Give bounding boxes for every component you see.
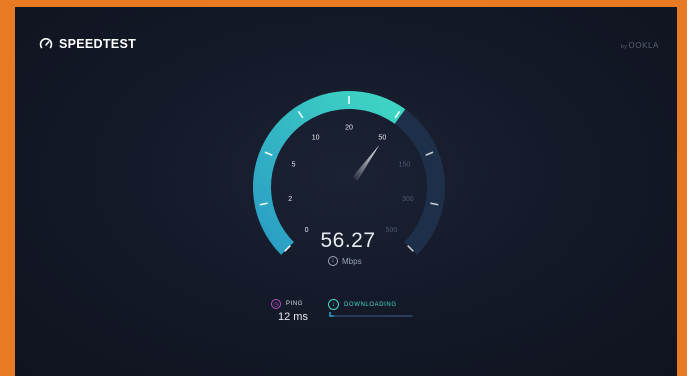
download-icon: ↓ — [328, 299, 339, 310]
gauge-tick-label: 5 — [292, 162, 296, 169]
download-arrow-icon: ↓ — [328, 256, 338, 266]
gauge-tick-label: 150 — [399, 162, 411, 169]
gauge-tick-label: 300 — [402, 196, 414, 203]
gauge-tick-label: 50 — [378, 135, 386, 142]
ping-panel: ◷ PING 12 ms — [271, 299, 308, 323]
ping-icon: ◷ — [271, 299, 281, 309]
download-progress-tip — [329, 312, 331, 317]
download-label: DOWNLOADING — [344, 301, 397, 308]
gauge-tick-label: 10 — [312, 135, 320, 142]
gauge-needle — [352, 144, 380, 181]
download-panel: ↓ DOWNLOADING — [328, 299, 413, 317]
ping-value: 12 ms — [278, 311, 308, 323]
gauge-tick-label: 2 — [288, 196, 292, 203]
ping-label: PING — [286, 301, 304, 307]
gauge-tick-label: 0 — [305, 227, 309, 234]
gauge-fill — [253, 91, 406, 255]
speed-gauge: 0 2 5 10 20 50 150 300 500 — [253, 91, 445, 255]
speed-unit-label: Mbps — [342, 256, 362, 266]
speed-readout: 56.27 — [320, 229, 376, 252]
gauge-tick-label: 20 — [345, 125, 353, 132]
speed-unit: ↓ Mbps — [328, 256, 362, 266]
gauge-tick-label: 500 — [386, 227, 398, 234]
download-progress-track — [329, 312, 413, 317]
speedtest-screen: SPEEDTEST byOOKLA 0 2 5 10 20 50 150 300 500 56.… — [15, 7, 677, 376]
